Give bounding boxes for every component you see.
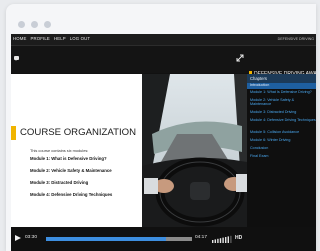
play-icon[interactable] — [15, 235, 21, 241]
player-controls: 03:30 04:17 HD — [11, 227, 316, 251]
top-nav: HOME PROFILE HELP LOG OUT DEFENSIVE DRIV… — [11, 34, 316, 46]
window-controls — [18, 21, 51, 28]
progress-bar[interactable] — [46, 237, 192, 241]
window-dot-icon[interactable] — [31, 21, 38, 28]
chapter-item-module-2[interactable]: Module 2: Vehicle Safety & Maintenance — [247, 98, 316, 108]
driving-photo — [142, 74, 247, 227]
window-dot-icon[interactable] — [44, 21, 51, 28]
slide-intro: This course contains six modules: — [30, 148, 89, 153]
nav-profile[interactable]: PROFILE — [31, 36, 50, 42]
nav-logout[interactable]: LOG OUT — [70, 36, 90, 42]
expand-icon[interactable] — [236, 54, 244, 62]
title-accent — [11, 126, 16, 140]
chat-icon[interactable] — [14, 56, 19, 61]
nav-help[interactable]: HELP — [54, 36, 66, 42]
chapter-item-module-5[interactable]: Module 5: Collision Avoidance — [247, 130, 316, 136]
module-item: Module 4: Defensive Driving Techniques — [30, 192, 113, 197]
chapters-header: Chapters — [247, 74, 316, 83]
module-item: Module 1: What is Defensive Driving? — [30, 156, 107, 161]
progress-fill — [46, 237, 166, 241]
chapter-item-introduction[interactable]: Introduction — [247, 83, 316, 89]
chapter-item-module-6[interactable]: Module 6: Winter Driving — [247, 138, 316, 144]
chapter-item-module-3[interactable]: Module 3: Distracted Driving — [247, 110, 316, 116]
chapter-item-module-4[interactable]: Module 4: Defensive Driving Techniques — [247, 118, 316, 128]
chapter-item-module-1[interactable]: Module 1: What Is Defensive Driving? — [247, 90, 316, 96]
player-toolbar: DEFENSIVE DRIVING AWARENESS — [11, 46, 316, 77]
module-item: Module 3: Distracted Driving — [30, 180, 89, 185]
hd-toggle[interactable]: HD — [235, 234, 242, 242]
module-list: Module 1: What is Defensive Driving? Mod… — [30, 156, 112, 204]
nav-home[interactable]: HOME — [13, 36, 27, 42]
total-time: 04:17 — [195, 235, 208, 240]
slide-title: COURSE ORGANIZATION — [20, 127, 137, 138]
chapter-item-conclusion[interactable]: Conclusion — [247, 146, 316, 152]
chapter-sidebar: Chapters Introduction Module 1: What Is … — [247, 74, 316, 227]
window-dot-icon[interactable] — [18, 21, 25, 28]
volume-icon[interactable] — [212, 235, 232, 243]
current-time: 03:30 — [25, 235, 38, 240]
module-item: Module 2: Vehicle Safety & Maintenance — [30, 168, 112, 173]
chapter-item-final-exam[interactable]: Final Exam — [247, 154, 316, 160]
course-name: DEFENSIVE DRIVING — [277, 37, 314, 41]
course-player: HOME PROFILE HELP LOG OUT DEFENSIVE DRIV… — [11, 34, 316, 251]
